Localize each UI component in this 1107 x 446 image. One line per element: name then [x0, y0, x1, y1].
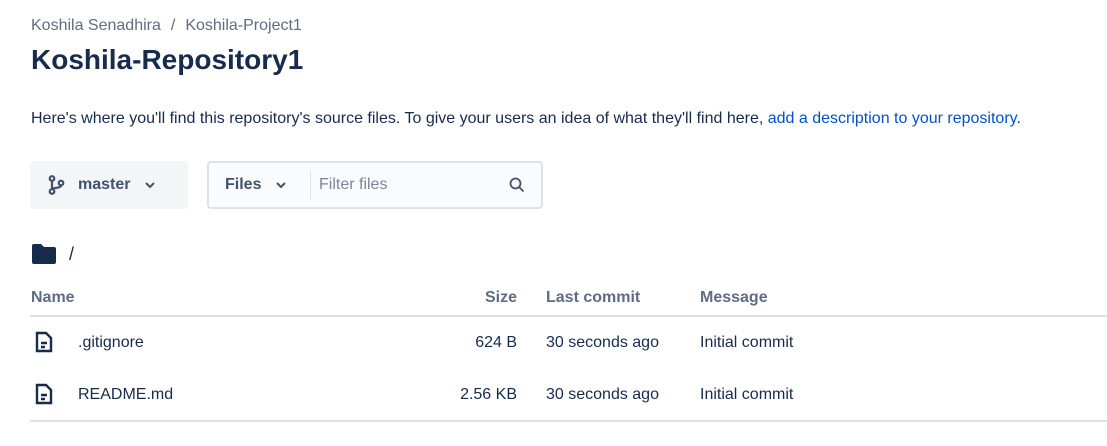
add-description-link[interactable]: add a description to your repository: [768, 110, 1017, 127]
commit-message[interactable]: Initial commit: [700, 386, 793, 404]
file-filter: Files: [207, 161, 543, 209]
description-text: Here's where you'll find this repository…: [31, 110, 768, 127]
file-size: 2.56 KB: [460, 386, 517, 403]
description-end: .: [1016, 110, 1021, 127]
last-commit: 30 seconds ago: [546, 386, 659, 403]
file-icon: [35, 383, 53, 405]
file-size: 624 B: [475, 334, 517, 351]
col-message: Message: [700, 289, 768, 306]
chevron-down-icon: [145, 182, 156, 189]
commit-message[interactable]: Initial commit: [700, 334, 793, 352]
breadcrumb: Koshila Senadhira / Koshila-Project1: [31, 17, 302, 35]
col-last-commit: Last commit: [546, 289, 641, 306]
breadcrumb-owner[interactable]: Koshila Senadhira: [31, 17, 161, 34]
header-divider: [30, 315, 1107, 317]
chevron-down-icon: [276, 182, 287, 189]
branch-label: master: [78, 176, 131, 193]
file-icon: [35, 331, 53, 353]
col-name[interactable]: Name: [31, 289, 75, 307]
search-icon[interactable]: [509, 177, 525, 193]
file-name-link[interactable]: README.md: [78, 386, 173, 404]
folder-icon: [32, 244, 56, 264]
last-commit: 30 seconds ago: [546, 334, 659, 351]
filter-type-label: Files: [225, 176, 262, 193]
table-bottom-divider: [30, 420, 1107, 422]
repo-description: Here's where you'll find this repository…: [31, 110, 1021, 128]
filter-type-dropdown[interactable]: Files: [209, 171, 311, 199]
branch-icon: [48, 175, 65, 195]
file-name-link[interactable]: .gitignore: [78, 334, 144, 352]
current-path: /: [31, 243, 74, 265]
breadcrumb-project[interactable]: Koshila-Project1: [185, 17, 302, 34]
page-title: Koshila-Repository1: [31, 44, 304, 75]
path-label: /: [69, 243, 75, 264]
filter-files-input[interactable]: [311, 176, 501, 194]
branch-selector[interactable]: master: [30, 161, 188, 209]
col-size[interactable]: Size: [485, 289, 517, 307]
breadcrumb-separator: /: [170, 17, 176, 34]
